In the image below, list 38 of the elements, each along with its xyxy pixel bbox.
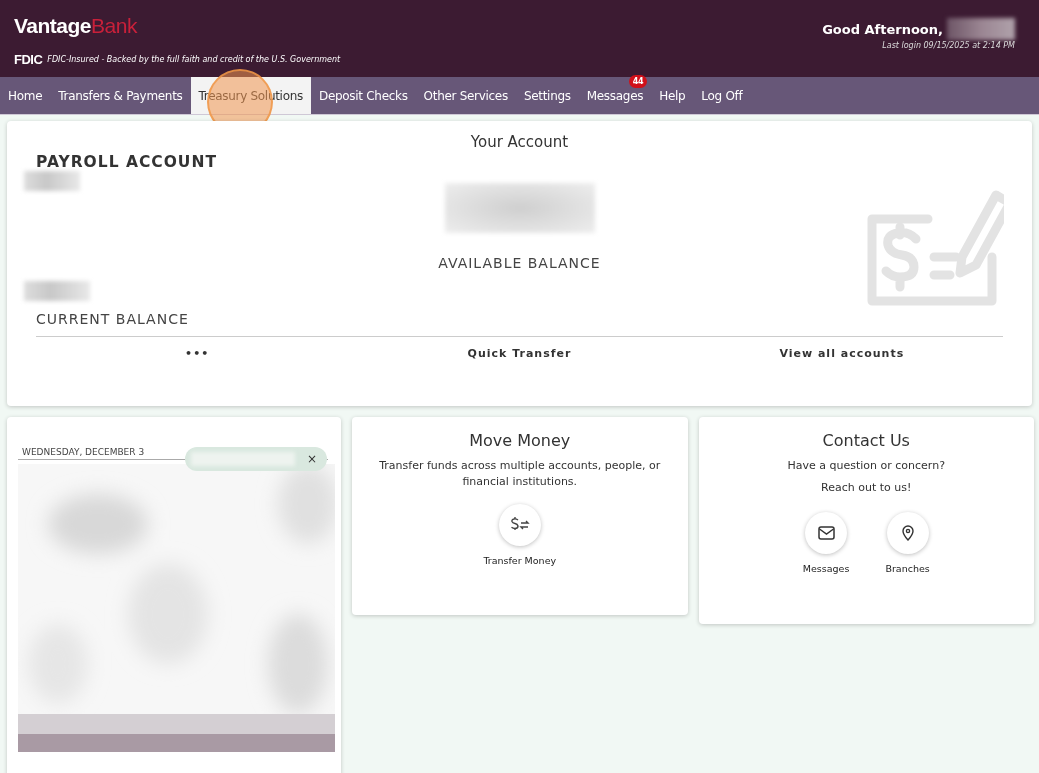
nav-tab[interactable]: Messages 44 [578, 77, 652, 114]
card-title: Contact Us [821, 431, 911, 450]
location-pin-icon [901, 525, 914, 541]
nav-tab[interactable]: Home [0, 77, 51, 114]
nav-tab[interactable]: Other Services [415, 77, 516, 114]
nav-tab[interactable]: Deposit Checks [310, 77, 416, 114]
message-count-badge: 44 [628, 75, 648, 88]
account-action-link[interactable]: ••• [36, 347, 359, 360]
action-label: Transfer Money [483, 555, 557, 566]
mail-icon [817, 526, 835, 540]
nav-tab[interactable]: Help [651, 77, 694, 114]
account-action-link[interactable]: View all accounts [680, 347, 1003, 360]
available-balance-label: AVAILABLE BALANCE [438, 255, 601, 271]
nav-tab[interactable]: Log Off [693, 77, 751, 114]
transfer-money-button[interactable] [498, 504, 541, 546]
messages-button[interactable] [805, 512, 848, 554]
redacted-block [947, 18, 1015, 40]
action-label: Messages [802, 563, 850, 574]
card-title: Your Account [469, 133, 570, 151]
account-action-link[interactable]: Quick Transfer [358, 347, 681, 360]
card-description: Have a question or concern? [786, 458, 946, 474]
dollar-arrows-icon [509, 517, 530, 533]
last-login-text: Last login 09/15/2025 at 2:14 PM [882, 41, 1015, 50]
redacted-block [24, 281, 90, 301]
card-title: Move Money [468, 431, 572, 450]
redacted-block [24, 171, 80, 191]
nav-tab[interactable]: Transfers & Payments [50, 77, 191, 114]
account-name: PAYROLL ACCOUNT [36, 153, 218, 171]
nav-tab[interactable]: Settings [515, 77, 579, 114]
current-balance-label: CURRENT BALANCE [36, 311, 190, 327]
card-description: Transfer funds across multiple accounts, people, or financial institutions. [378, 458, 662, 490]
card-description: Reach out to us! [820, 480, 913, 496]
greeting-text: Good Afternoon, [822, 21, 943, 37]
bank-logo[interactable]: VantageBank [14, 14, 137, 38]
fdic-tagline: FDIC-Insured - Backed by the full faith and credit of the U.S. Government [47, 55, 341, 64]
action-label: Branches [885, 563, 930, 574]
fdic-logo: FDIC [14, 52, 43, 67]
branches-button[interactable] [886, 512, 929, 554]
